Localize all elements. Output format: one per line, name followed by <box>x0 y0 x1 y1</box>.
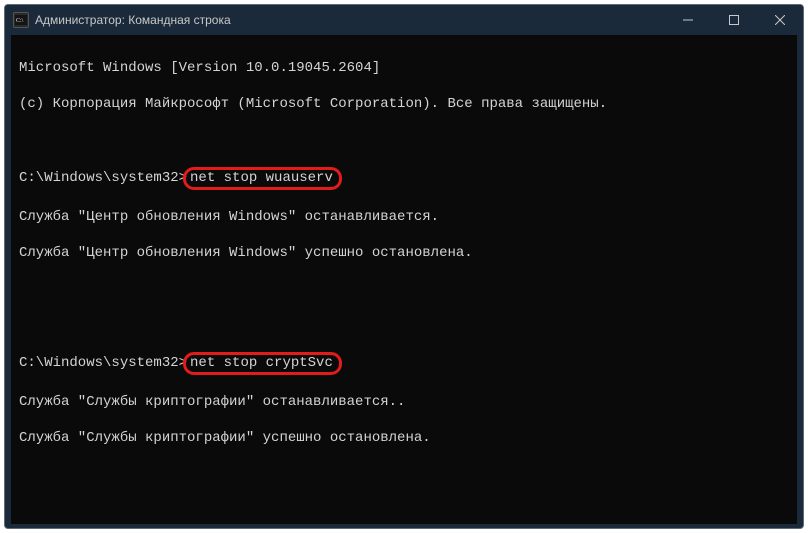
window-controls <box>665 5 803 35</box>
blank-line <box>19 465 789 483</box>
banner-line: (c) Корпорация Майкрософт (Microsoft Cor… <box>19 95 789 113</box>
maximize-button[interactable] <box>711 5 757 35</box>
command-highlight: net stop cryptSvc <box>183 352 342 375</box>
output-line: Служба "Центр обновления Windows" остана… <box>19 208 789 226</box>
cmd-icon: C:\ <box>13 12 29 28</box>
close-button[interactable] <box>757 5 803 35</box>
minimize-button[interactable] <box>665 5 711 35</box>
cmd-window: C:\ Администратор: Командная строка Micr… <box>4 4 804 529</box>
blank-line <box>19 316 789 334</box>
svg-text:C:\: C:\ <box>16 18 24 24</box>
terminal-output[interactable]: Microsoft Windows [Version 10.0.19045.26… <box>11 35 797 524</box>
output-line: Служба "Службы криптографии" останавлива… <box>19 393 789 411</box>
blank-line <box>19 501 789 519</box>
blank-line <box>19 280 789 298</box>
banner-line: Microsoft Windows [Version 10.0.19045.26… <box>19 59 789 77</box>
command-highlight: net stop wuauserv <box>183 167 342 190</box>
prompt-line: C:\Windows\system32>net stop wuauserv <box>19 167 789 190</box>
prompt-line: C:\Windows\system32>net stop cryptSvc <box>19 352 789 375</box>
output-line: Служба "Центр обновления Windows" успешн… <box>19 244 789 262</box>
title-bar[interactable]: C:\ Администратор: Командная строка <box>5 5 803 35</box>
prompt: C:\Windows\system32> <box>19 355 187 371</box>
output-line: Служба "Службы криптографии" успешно ост… <box>19 429 789 447</box>
window-title: Администратор: Командная строка <box>35 13 231 27</box>
prompt: C:\Windows\system32> <box>19 170 187 186</box>
blank-line <box>19 131 789 149</box>
